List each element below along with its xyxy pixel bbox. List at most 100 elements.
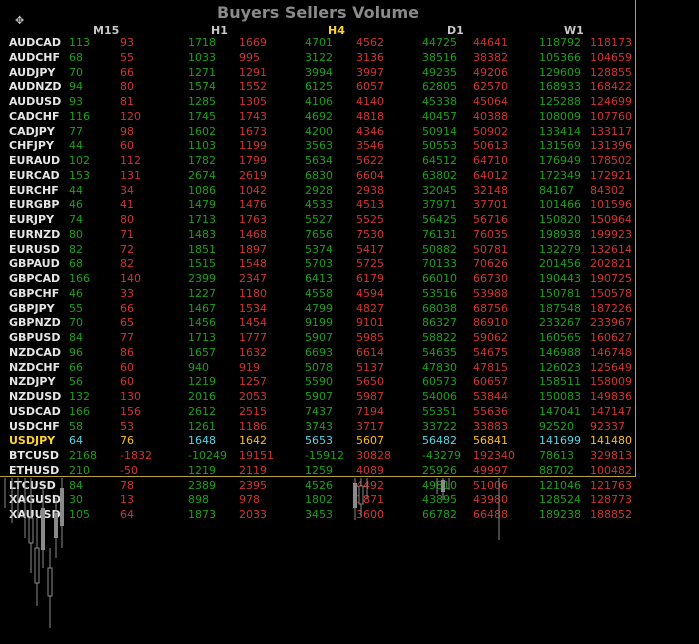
symbol-label[interactable]: GBPCHF — [9, 287, 59, 300]
symbol-label[interactable]: AUDUSD — [9, 95, 61, 108]
buy-volume-h4: 5590 — [305, 375, 333, 388]
buy-volume-m15: 58 — [69, 420, 83, 433]
symbol-label[interactable]: CADJPY — [9, 125, 55, 138]
buy-volume-h4: -15912 — [305, 449, 344, 462]
buy-volume-w1: 78613 — [539, 449, 574, 462]
symbol-label[interactable]: CHFJPY — [9, 139, 54, 152]
sell-volume-h4: 5137 — [356, 361, 384, 374]
sell-volume-w1: 150578 — [590, 287, 632, 300]
symbol-label[interactable]: AUDNZD — [9, 80, 62, 93]
buy-volume-w1: 146988 — [539, 346, 581, 359]
sell-volume-w1: 141480 — [590, 434, 632, 447]
buy-volume-h1: 2612 — [188, 405, 216, 418]
symbol-label[interactable]: USDCAD — [9, 405, 61, 418]
buy-volume-h4: 4799 — [305, 302, 333, 315]
buy-volume-d1: 86327 — [422, 316, 457, 329]
sell-volume-m15: 71 — [120, 228, 134, 241]
sell-volume-h1: 2515 — [239, 405, 267, 418]
sell-volume-w1: 178502 — [590, 154, 632, 167]
sell-volume-d1: 44641 — [473, 36, 508, 49]
sell-volume-h4: 30828 — [356, 449, 391, 462]
sell-volume-d1: 45064 — [473, 95, 508, 108]
buy-volume-w1: 150781 — [539, 287, 581, 300]
symbol-label[interactable]: USDCHF — [9, 420, 60, 433]
buy-volume-m15: 77 — [69, 125, 83, 138]
sell-volume-w1: 147147 — [590, 405, 632, 418]
symbol-label[interactable]: NZDJPY — [9, 375, 55, 388]
sell-volume-w1: 329813 — [590, 449, 632, 462]
symbol-label[interactable]: EURJPY — [9, 213, 54, 226]
buy-volume-m15: 68 — [69, 51, 83, 64]
buy-volume-w1: 150083 — [539, 390, 581, 403]
symbol-label[interactable]: NZDUSD — [9, 390, 61, 403]
sell-volume-h1: 995 — [239, 51, 260, 64]
symbol-label[interactable]: EURUSD — [9, 243, 60, 256]
symbol-label[interactable]: AUDJPY — [9, 66, 55, 79]
buy-volume-h4: 1259 — [305, 464, 333, 477]
buy-volume-h1: 1467 — [188, 302, 216, 315]
sell-volume-h4: 5525 — [356, 213, 384, 226]
symbol-label[interactable]: USDJPY — [9, 434, 55, 447]
symbol-label[interactable]: AUDCHF — [9, 51, 60, 64]
sell-volume-w1: 190725 — [590, 272, 632, 285]
symbol-label[interactable]: NZDCHF — [9, 361, 60, 374]
symbol-label[interactable]: BTCUSD — [9, 449, 59, 462]
sell-volume-h1: 2053 — [239, 390, 267, 403]
buy-volume-h1: 1227 — [188, 287, 216, 300]
sell-volume-h1: 1743 — [239, 110, 267, 123]
sell-volume-m15: 80 — [120, 80, 134, 93]
buy-volume-d1: 47830 — [422, 361, 457, 374]
symbol-label[interactable]: GBPNZD — [9, 316, 61, 329]
sell-volume-d1: 33883 — [473, 420, 508, 433]
sell-volume-m15: 55 — [120, 51, 134, 64]
sell-volume-h4: 5622 — [356, 154, 384, 167]
sell-volume-h4: 4140 — [356, 95, 384, 108]
sell-volume-w1: 149836 — [590, 390, 632, 403]
buy-volume-d1: 60573 — [422, 375, 457, 388]
buy-volume-m15: 64 — [69, 434, 83, 447]
sell-volume-m15: 156 — [120, 405, 141, 418]
symbol-label[interactable]: EURCAD — [9, 169, 60, 182]
sell-volume-h4: 3136 — [356, 51, 384, 64]
buy-volume-h1: 1648 — [188, 434, 216, 447]
symbol-label[interactable]: EURGBP — [9, 198, 59, 211]
sell-volume-h4: 3997 — [356, 66, 384, 79]
sell-volume-h1: 919 — [239, 361, 260, 374]
sell-volume-h4: 4513 — [356, 198, 384, 211]
buy-volume-w1: 125288 — [539, 95, 581, 108]
sell-volume-d1: 32148 — [473, 184, 508, 197]
symbol-label[interactable]: NZDCAD — [9, 346, 61, 359]
buy-volume-h1: 940 — [188, 361, 209, 374]
sell-volume-w1: 158009 — [590, 375, 632, 388]
sell-volume-m15: 33 — [120, 287, 134, 300]
sell-volume-h1: 1257 — [239, 375, 267, 388]
symbol-label[interactable]: CADCHF — [9, 110, 60, 123]
buy-volume-w1: 176949 — [539, 154, 581, 167]
sell-volume-h1: 1669 — [239, 36, 267, 49]
sell-volume-h4: 4594 — [356, 287, 384, 300]
symbol-label[interactable]: EURAUD — [9, 154, 60, 167]
buy-volume-h1: 1782 — [188, 154, 216, 167]
symbol-label[interactable]: AUDCAD — [9, 36, 61, 49]
buy-volume-h1: 1657 — [188, 346, 216, 359]
buy-volume-m15: 68 — [69, 257, 83, 270]
buy-volume-d1: 32045 — [422, 184, 457, 197]
buy-volume-w1: 126023 — [539, 361, 581, 374]
sell-volume-m15: 60 — [120, 375, 134, 388]
symbol-label[interactable]: EURCHF — [9, 184, 59, 197]
buy-volume-h4: 4533 — [305, 198, 333, 211]
buy-volume-h4: 3743 — [305, 420, 333, 433]
sell-volume-m15: 98 — [120, 125, 134, 138]
symbol-label[interactable]: GBPAUD — [9, 257, 60, 270]
buy-volume-w1: 190443 — [539, 272, 581, 285]
symbol-label[interactable]: EURNZD — [9, 228, 60, 241]
sell-volume-h1: 1291 — [239, 66, 267, 79]
symbol-label[interactable]: GBPJPY — [9, 302, 55, 315]
symbol-label[interactable]: GBPUSD — [9, 331, 60, 344]
symbol-label[interactable]: ETHUSD — [9, 464, 59, 477]
buy-volume-h1: 1574 — [188, 80, 216, 93]
symbol-label[interactable]: GBPCAD — [9, 272, 60, 285]
buy-volume-h4: 6830 — [305, 169, 333, 182]
sell-volume-h1: 1642 — [239, 434, 267, 447]
sell-volume-m15: 112 — [120, 154, 141, 167]
